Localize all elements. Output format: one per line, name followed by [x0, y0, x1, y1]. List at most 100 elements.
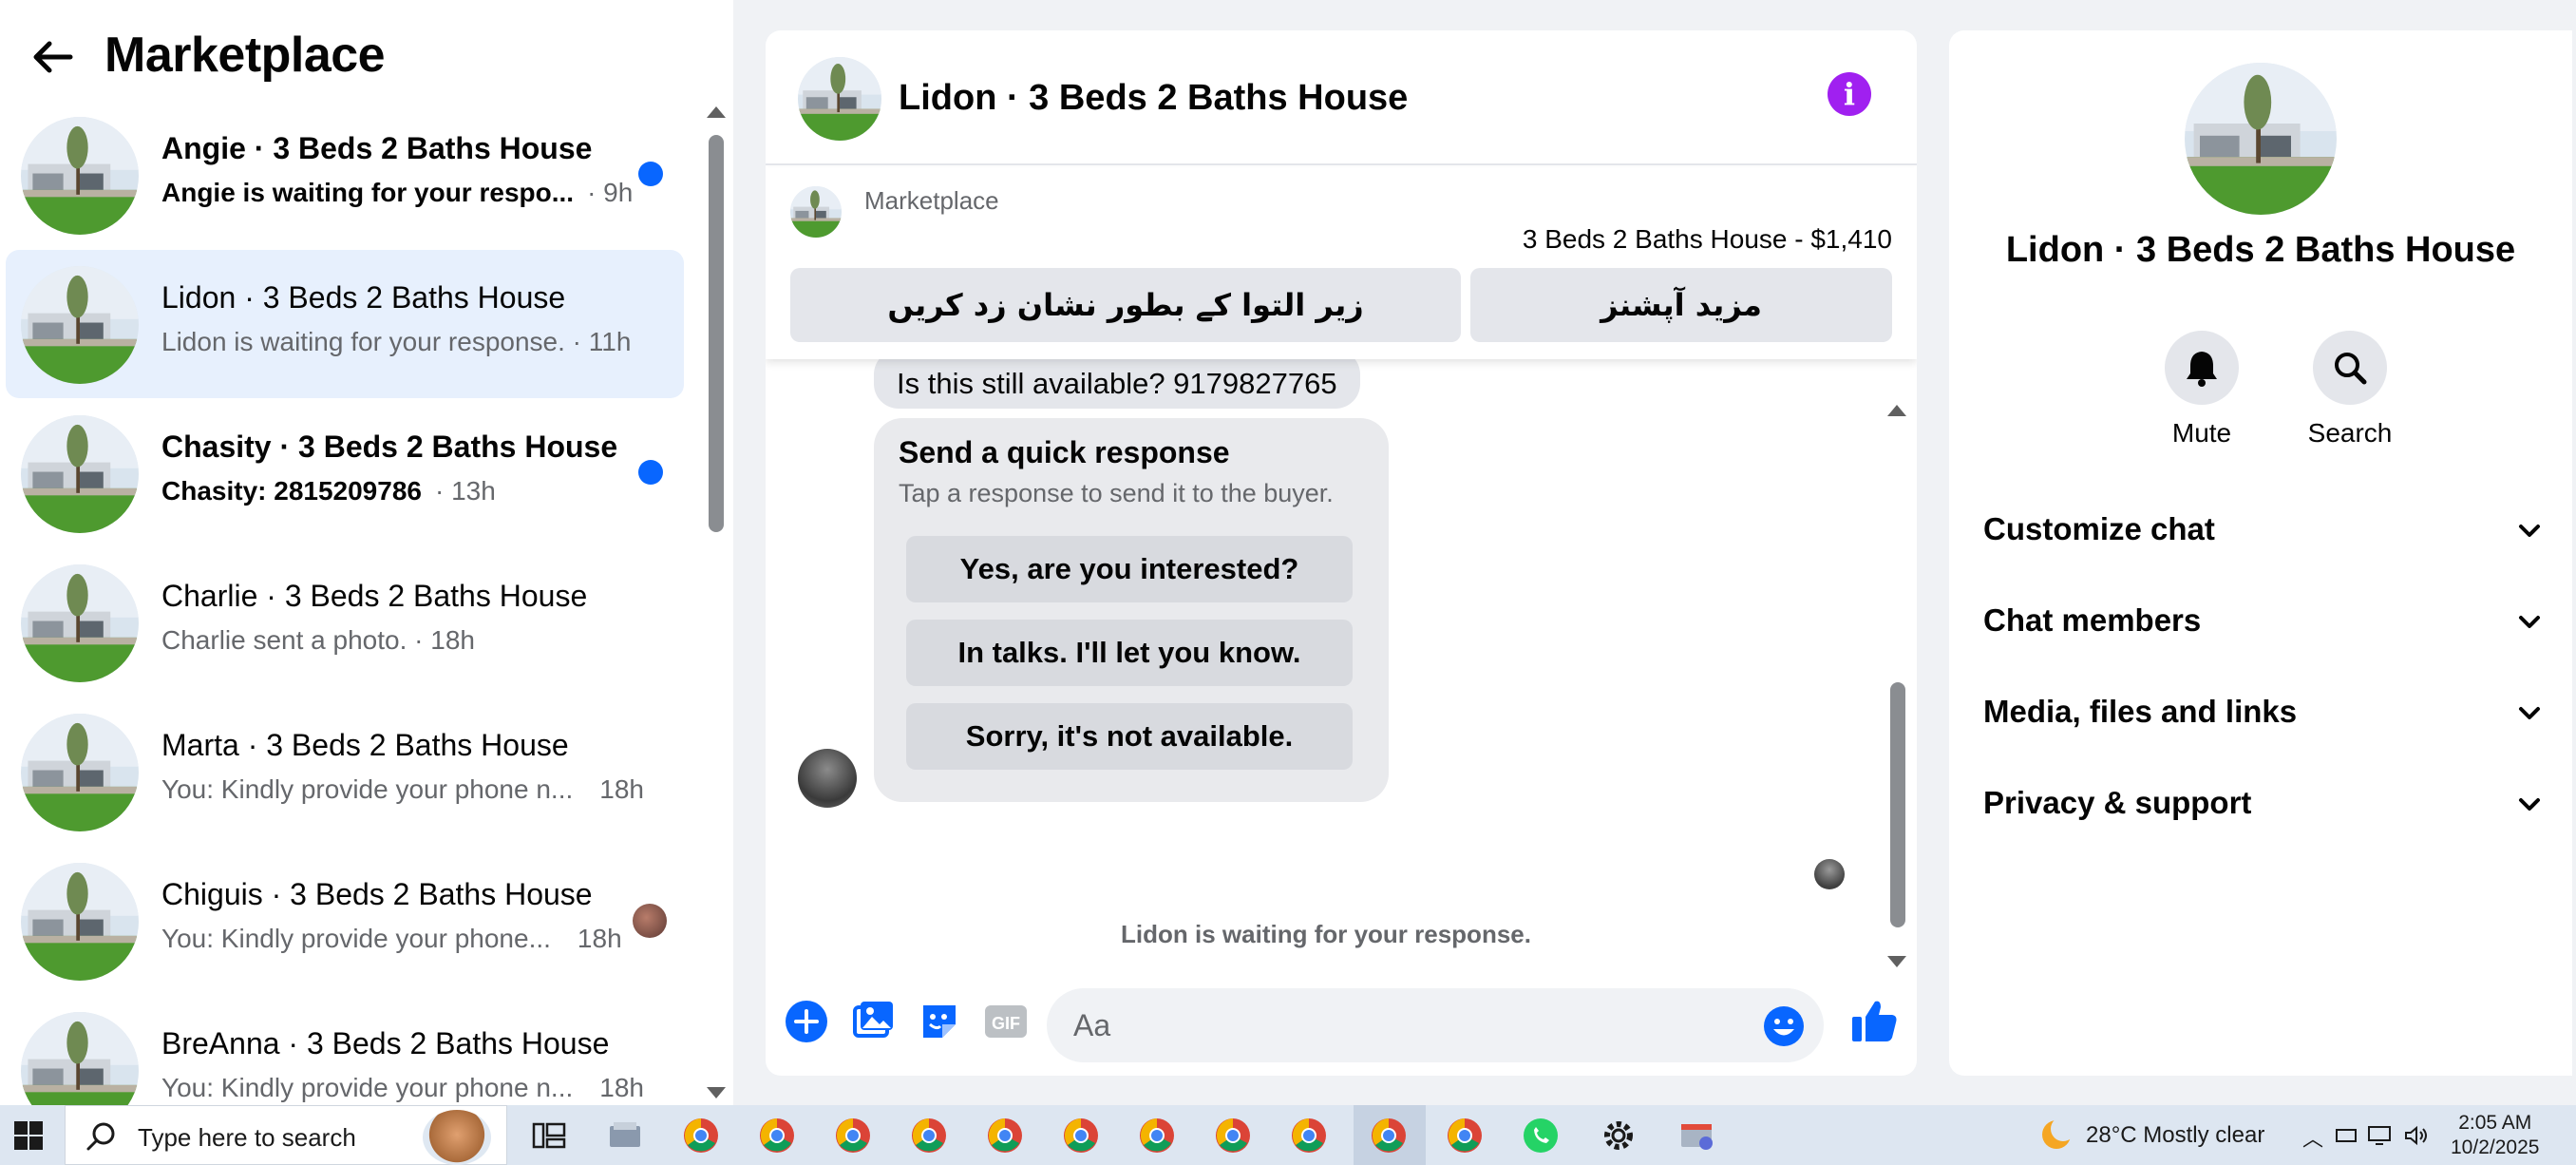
scroll-down-arrow-icon[interactable] — [707, 1087, 726, 1098]
more-options-button[interactable]: مزید آپشنز — [1470, 268, 1892, 342]
conversation-sidebar: Marketplace Angie · 3 Beds 2 Baths House… — [0, 0, 733, 1105]
details-avatar[interactable] — [2185, 63, 2337, 215]
chrome-icon[interactable] — [1136, 1115, 1178, 1156]
sidebar-scrollbar[interactable] — [705, 103, 728, 1100]
conversation-name: Lidon · 3 Beds 2 Baths House — [161, 280, 566, 315]
whatsapp-icon[interactable] — [1520, 1115, 1562, 1156]
listing-price[interactable]: 3 Beds 2 Baths House - $1,410 — [1523, 224, 1892, 255]
chevron-down-icon — [2519, 525, 2540, 537]
conversation-thumbnail — [21, 1012, 139, 1105]
chrome-icon[interactable] — [832, 1115, 874, 1156]
conversation-name: Chiguis · 3 Beds 2 Baths House — [161, 877, 593, 911]
chrome-icon[interactable] — [756, 1115, 798, 1156]
conversation-item[interactable]: Chiguis · 3 Beds 2 Baths House You: Kindl… — [6, 847, 684, 995]
conversation-item[interactable]: Lidon · 3 Beds 2 Baths House Lidon is wai… — [6, 250, 684, 398]
preview-text: Lidon is waiting for your response. · 11… — [161, 327, 632, 356]
listing-avatar[interactable] — [790, 186, 842, 238]
taskbar-search-box[interactable]: Type here to search — [65, 1105, 507, 1165]
chevron-down-icon — [2519, 798, 2540, 811]
preview-text: You: Kindly provide your phone... — [161, 924, 551, 953]
customize-chat-section[interactable]: Customize chat — [1983, 502, 2544, 559]
quick-response-title: Send a quick response — [899, 435, 1230, 469]
chat-title[interactable]: Lidon · 3 Beds 2 Baths House — [899, 78, 1408, 119]
preview-text: Charlie sent a photo. · 18h — [161, 625, 475, 655]
gif-icon[interactable]: GIF — [982, 998, 1030, 1045]
back-arrow-icon[interactable] — [28, 32, 78, 82]
scroll-down-arrow-icon[interactable] — [1887, 956, 1906, 967]
preview-text: You: Kindly provide your phone n... — [161, 1073, 574, 1102]
preview-text: You: Kindly provide your phone n... — [161, 774, 574, 804]
conversation-name: BreAnna · 3 Beds 2 Baths House — [161, 1026, 610, 1060]
chat-members-section[interactable]: Chat members — [1983, 593, 2544, 650]
sticker-icon[interactable] — [916, 998, 963, 1045]
chat-avatar[interactable] — [798, 57, 881, 141]
thumbs-up-icon[interactable] — [1848, 996, 1900, 1047]
seen-avatar — [633, 904, 667, 938]
conversation-time: · 9h — [587, 178, 634, 207]
conversation-preview: Charlie sent a photo. · 18h — [161, 625, 475, 656]
message-composer: GIF — [766, 977, 1917, 1076]
seen-indicator-avatar — [1814, 859, 1845, 889]
message-input-box[interactable] — [1047, 988, 1824, 1062]
info-icon[interactable]: i — [1828, 72, 1871, 116]
scroll-up-arrow-icon[interactable] — [707, 106, 726, 118]
chrome-icon[interactable] — [1444, 1115, 1486, 1156]
taskbar-clock[interactable]: 2:05 AM 10/2/2025 — [2451, 1111, 2539, 1160]
conversation-item[interactable]: Marta · 3 Beds 2 Baths House You: Kindly … — [6, 697, 684, 846]
scrollbar-thumb[interactable] — [709, 135, 724, 532]
conversation-thumbnail — [21, 117, 139, 235]
chrome-icon[interactable] — [1060, 1115, 1102, 1156]
chrome-icon[interactable] — [1288, 1115, 1330, 1156]
mark-pending-button[interactable]: زیر التوا کے بطور نشان زد کریں — [790, 268, 1461, 342]
conversation-item[interactable]: Chasity · 3 Beds 2 Baths House Chasity: 2… — [6, 399, 684, 547]
search-circle[interactable] — [2313, 331, 2387, 405]
volume-icon[interactable] — [2403, 1124, 2430, 1147]
message-input[interactable] — [1073, 1000, 1738, 1051]
conversation-preview: Chasity: 2815209786 · 13h — [161, 476, 496, 506]
photo-icon[interactable] — [849, 998, 897, 1045]
section-label: Customize chat — [1983, 511, 2215, 546]
conversation-thumbnail — [21, 714, 139, 831]
scrollbar-thumb[interactable] — [1890, 682, 1905, 927]
settings-gear-icon[interactable] — [1598, 1115, 1639, 1156]
privacy-support-section[interactable]: Privacy & support — [1983, 775, 2544, 832]
app-window-icon[interactable] — [1676, 1115, 1717, 1156]
chrome-icon[interactable] — [1368, 1115, 1410, 1156]
plus-circle-icon[interactable] — [783, 998, 830, 1045]
file-explorer-icon[interactable] — [604, 1115, 646, 1156]
mute-button[interactable]: Mute — [2145, 331, 2259, 449]
conversation-item[interactable]: Angie · 3 Beds 2 Baths House Angie is wai… — [6, 101, 684, 249]
section-label: Privacy & support — [1983, 785, 2252, 820]
conversation-item[interactable]: BreAnna · 3 Beds 2 Baths House You: Kindl… — [6, 996, 684, 1105]
gif-label: GIF — [992, 1014, 1020, 1033]
quick-reply-interested[interactable]: Yes, are you interested? — [906, 536, 1353, 602]
conversation-time: · 13h — [434, 476, 496, 506]
weather-text[interactable]: 28°C Mostly clear — [2086, 1122, 2264, 1149]
quick-reply-not-available[interactable]: Sorry, it's not available. — [906, 703, 1353, 770]
chrome-icon[interactable] — [680, 1115, 722, 1156]
windows-start-icon[interactable] — [13, 1120, 44, 1151]
search-button[interactable]: Search — [2293, 331, 2407, 449]
conversation-name: Marta · 3 Beds 2 Baths House — [161, 728, 569, 762]
chrome-icon[interactable] — [908, 1115, 950, 1156]
quick-reply-in-talks[interactable]: In talks. I'll let you know. — [906, 620, 1353, 686]
task-view-icon[interactable] — [528, 1115, 570, 1156]
network-icon[interactable] — [2335, 1124, 2358, 1147]
media-files-links-section[interactable]: Media, files and links — [1983, 684, 2544, 741]
chat-scrollbar[interactable] — [1885, 359, 1909, 967]
listing-source: Marketplace — [864, 186, 999, 215]
conversation-preview: You: Kindly provide your phone n... 18h — [161, 774, 644, 805]
chat-details-panel: Lidon · 3 Beds 2 Baths House Mute Search… — [1949, 30, 2572, 1076]
emoji-icon[interactable] — [1761, 1003, 1807, 1049]
chrome-icon[interactable] — [984, 1115, 1026, 1156]
chevron-up-icon[interactable]: ︿ — [2302, 1122, 2323, 1153]
conversation-item[interactable]: Charlie · 3 Beds 2 Baths House Charlie se… — [6, 548, 684, 697]
message-bubble: Is this still available? 9179827765 — [874, 359, 1360, 409]
chrome-icon[interactable] — [1212, 1115, 1254, 1156]
weather-moon-icon[interactable] — [2038, 1117, 2074, 1153]
display-icon[interactable] — [2367, 1124, 2392, 1147]
scroll-up-arrow-icon[interactable] — [1887, 405, 1906, 416]
preview-text: Angie is waiting for your respo... — [161, 178, 575, 207]
mute-circle[interactable] — [2165, 331, 2239, 405]
sender-avatar[interactable] — [798, 749, 857, 808]
